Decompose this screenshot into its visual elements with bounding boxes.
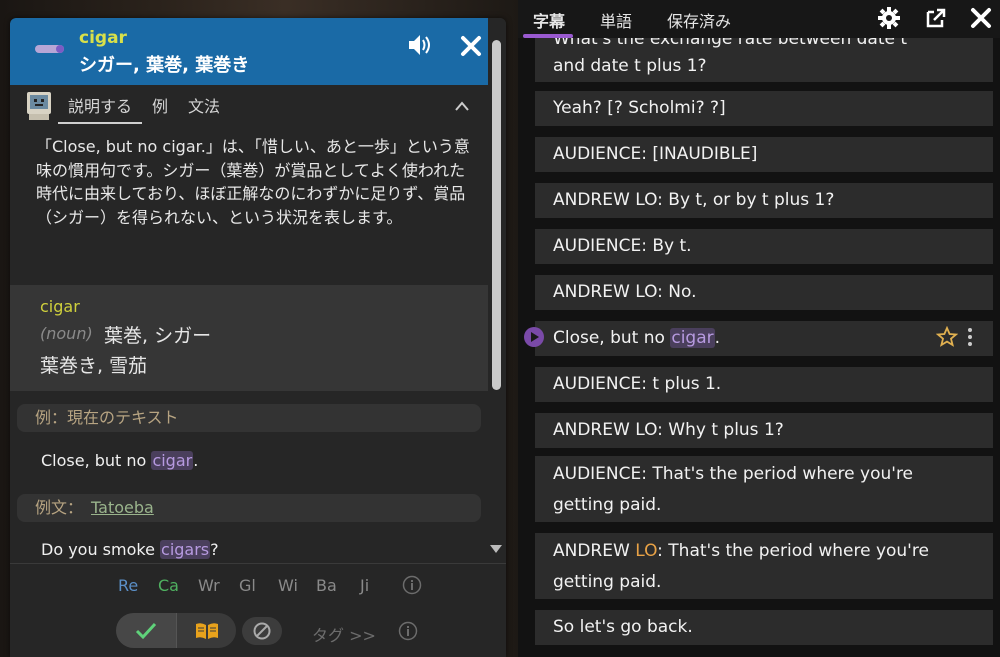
ban-icon <box>253 622 271 640</box>
ignore-button[interactable] <box>242 617 282 645</box>
subtitle-text: AUDIENCE: [INAUDIBLE] <box>553 144 758 164</box>
export-icon[interactable] <box>925 7 947 29</box>
subtitle-line[interactable]: AUDIENCE: t plus 1. <box>535 367 993 402</box>
tab-words[interactable]: 単語 <box>600 8 632 32</box>
subtitle-text: So let's go back. <box>553 617 693 637</box>
definition-word: cigar <box>40 297 80 316</box>
subtitle-text: What's the exchange rate between date t <box>553 38 908 49</box>
computer-avatar-icon <box>27 92 51 120</box>
tab-explain[interactable]: 説明する <box>58 96 143 124</box>
subtitle-text: getting paid. <box>553 572 662 592</box>
close-icon[interactable] <box>970 7 992 29</box>
subtitle-line[interactable]: Yeah? [? Scholmi? ?] <box>535 91 993 126</box>
subtitle-text: AUDIENCE: That's the period where you're <box>553 464 914 484</box>
scroll-down-arrow-icon[interactable] <box>489 544 503 554</box>
part-of-speech: (noun) <box>40 324 93 343</box>
tatoeba-link[interactable]: Tatoeba <box>91 498 154 517</box>
example-sentence: Do you smoke cigars? <box>41 540 219 559</box>
subtitle-panel: 字幕 単語 保存済み What's the exchange rate betw… <box>518 0 1000 657</box>
word-status-pill[interactable] <box>35 45 64 53</box>
subtitle-line[interactable]: ANDREW LO: No. <box>535 275 993 310</box>
dict-link-wi[interactable]: Wi <box>278 576 298 595</box>
highlighted-word[interactable]: cigars <box>160 540 211 559</box>
chevron-up-icon[interactable] <box>454 100 470 112</box>
example-text-part: Do you smoke <box>41 540 161 559</box>
speaker-icon[interactable] <box>407 33 433 57</box>
close-icon[interactable] <box>460 35 482 57</box>
tab-subtitles[interactable]: 字幕 <box>533 8 565 32</box>
panel-tabs: 字幕 単語 保存済み <box>518 0 1000 38</box>
definition-gloss: 葉巻き, 雪茄 <box>40 355 148 377</box>
example-text-part: . <box>193 451 199 470</box>
dict-link-ba[interactable]: Ba <box>316 576 337 595</box>
explanation-text: 「Close, but no cigar.」は、「惜しい、あと一歩」という意味の… <box>36 137 470 227</box>
tab-grammar[interactable]: 文法 <box>178 96 230 124</box>
tab-examples[interactable]: 例 <box>142 96 178 124</box>
headword-reading: シガー, 葉巻, 葉巻き <box>79 55 250 76</box>
mark-learning-button[interactable] <box>176 613 236 648</box>
dict-link-ji[interactable]: Ji <box>360 576 369 595</box>
subtitle-line[interactable]: So let's go back. <box>535 610 993 645</box>
subtitle-line[interactable]: AUDIENCE: By t. <box>535 229 993 264</box>
highlighted-word[interactable]: cigar <box>670 328 715 348</box>
subtitle-text: ANDREW LO: Why t plus 1? <box>553 420 784 440</box>
subtitle-line[interactable]: ANDREW LO: That's the period where you'r… <box>535 533 993 599</box>
dictionary-links-row: Re Ca Wr Gl Wi Ba Ji <box>10 563 506 603</box>
popup-scrollbar-thumb[interactable] <box>492 40 501 390</box>
subtitle-text: : That's the period where you're <box>657 541 929 561</box>
explain-tabs: 説明する 例 文法 <box>58 96 230 124</box>
mark-known-button[interactable] <box>116 613 176 648</box>
word-status-buttons <box>116 613 236 648</box>
subtitle-text: ANDREW <box>553 541 636 561</box>
highlighted-word[interactable]: cigar <box>151 451 194 470</box>
tag-button[interactable]: タグ >> <box>312 622 376 646</box>
subtitle-text: getting paid. <box>553 495 662 515</box>
example-text-part: Close, but no <box>41 451 152 470</box>
subtitle-text: ANDREW LO: No. <box>553 282 697 302</box>
more-vertical-icon[interactable] <box>964 326 976 348</box>
tab-saved[interactable]: 保存済み <box>667 8 731 32</box>
definition-gloss: 葉巻, シガー <box>104 325 212 347</box>
dict-link-ca[interactable]: Ca <box>158 576 179 595</box>
example-text-part: ? <box>210 540 219 559</box>
subtitle-line[interactable]: AUDIENCE: [INAUDIBLE] <box>535 137 993 172</box>
subtitle-text: and date t plus 1? <box>553 56 707 76</box>
gear-icon[interactable] <box>878 7 900 29</box>
dictionary-popup: cigar シガー, 葉巻, 葉巻き 説明する 例 文法 「Close, but… <box>10 18 506 657</box>
subtitle-line[interactable]: What's the exchange rate between date t … <box>535 38 993 82</box>
subtitle-line[interactable]: AUDIENCE: That's the period where you're… <box>535 456 993 522</box>
subtitle-text: AUDIENCE: t plus 1. <box>553 374 722 394</box>
action-row: タグ >> <box>10 603 506 657</box>
dict-link-wr[interactable]: Wr <box>198 576 220 595</box>
subtitle-highlight: LO <box>635 541 658 561</box>
headword: cigar <box>79 28 127 48</box>
current-example: Close, but no cigar. <box>41 451 198 470</box>
current-text-label: 例：現在のテキスト <box>17 404 481 432</box>
popup-header: cigar シガー, 葉巻, 葉巻き <box>10 18 488 85</box>
dict-link-gl[interactable]: Gl <box>239 576 256 595</box>
info-icon[interactable] <box>398 621 418 641</box>
dict-link-re[interactable]: Re <box>118 576 138 595</box>
subtitle-line-current[interactable]: Close, but no cigar. <box>535 321 993 356</box>
examples-source-label: 例文： Tatoeba <box>17 494 481 522</box>
subtitle-text: Yeah? [? Scholmi? ?] <box>553 98 726 118</box>
check-icon <box>135 622 157 639</box>
subtitle-text: AUDIENCE: By t. <box>553 236 692 256</box>
play-icon[interactable] <box>523 326 545 348</box>
subtitle-text: Close, but no <box>553 328 671 348</box>
subtitle-text: . <box>714 328 721 348</box>
definition-block: cigar (noun) 葉巻, シガー 葉巻き, 雪茄 <box>10 285 488 391</box>
subtitle-list: What's the exchange rate between date t … <box>518 38 1000 657</box>
subtitle-text: ANDREW LO: By t, or by t plus 1? <box>553 190 835 210</box>
star-icon[interactable] <box>936 326 958 348</box>
info-icon[interactable] <box>402 575 422 595</box>
book-icon <box>195 622 218 639</box>
examples-label: 例文： <box>35 498 84 517</box>
subtitle-line[interactable]: ANDREW LO: By t, or by t plus 1? <box>535 183 993 218</box>
panel-scrollbar[interactable] <box>994 38 1000 657</box>
subtitle-line[interactable]: ANDREW LO: Why t plus 1? <box>535 413 993 448</box>
